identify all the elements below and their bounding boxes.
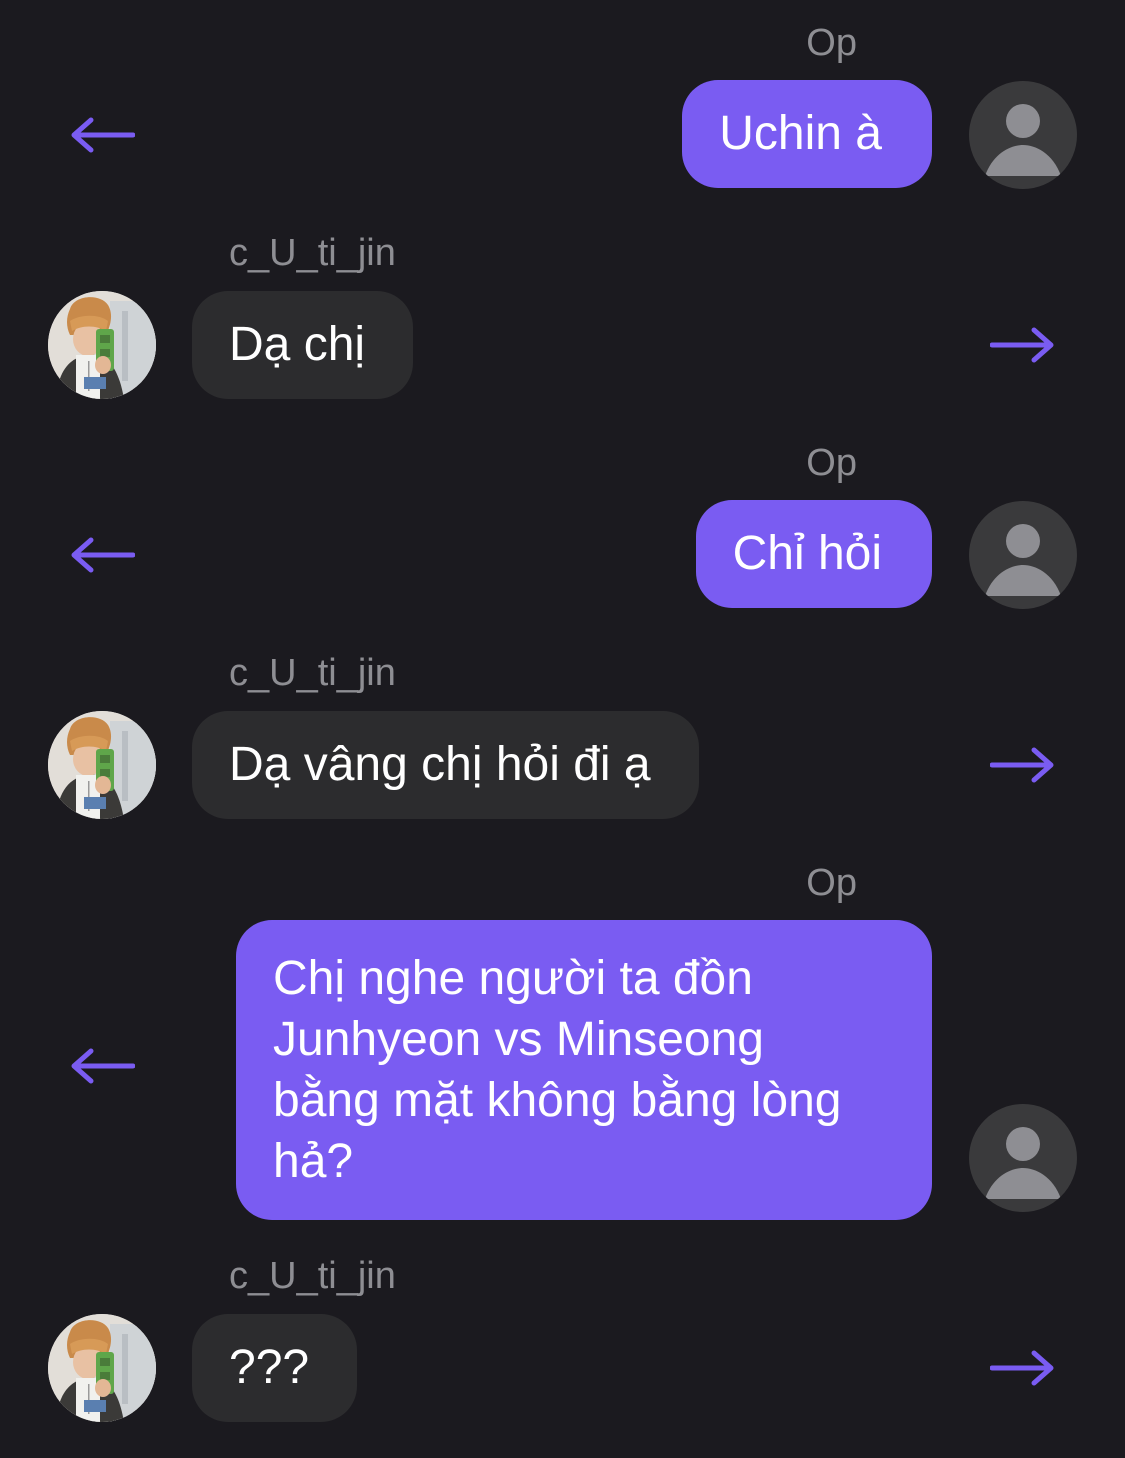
chat-thread: Op Uchin à c_U_ti_jin Dạ chị Op Chỉ hỏi … — [0, 0, 1125, 1458]
sender-name: c_U_ti_jin — [229, 652, 396, 694]
default-avatar-icon[interactable] — [969, 1104, 1077, 1212]
message-bubble-sent[interactable]: Chỉ hỏi — [695, 500, 932, 608]
message-bubble-sent[interactable]: Uchin à — [682, 80, 932, 188]
message-bubble-sent[interactable]: Chị nghe người ta đồn Junhyeon vs Minseo… — [236, 920, 932, 1220]
message-line: Junhyeon vs Minseong — [273, 1013, 764, 1066]
message-line: bằng mặt không bằng lòng — [273, 1074, 842, 1127]
arrow-left-icon[interactable] — [69, 535, 135, 575]
arrow-right-icon[interactable] — [990, 1348, 1056, 1388]
profile-photo-avatar[interactable] — [48, 1314, 156, 1422]
sender-name: Op — [806, 22, 857, 64]
default-avatar-icon[interactable] — [969, 501, 1077, 609]
sender-name: Op — [806, 862, 857, 904]
sender-name: Op — [806, 442, 857, 484]
arrow-left-icon[interactable] — [69, 1046, 135, 1086]
profile-photo-avatar[interactable] — [48, 291, 156, 399]
arrow-right-icon[interactable] — [990, 745, 1056, 785]
arrow-right-icon[interactable] — [990, 325, 1056, 365]
message-bubble-received[interactable]: Dạ vâng chị hỏi đi ạ — [192, 711, 699, 819]
message-bubble-received[interactable]: Dạ chị — [192, 291, 414, 399]
sender-name: c_U_ti_jin — [229, 232, 396, 274]
arrow-left-icon[interactable] — [69, 115, 135, 155]
default-avatar-icon[interactable] — [969, 81, 1077, 189]
sender-name: c_U_ti_jin — [229, 1255, 396, 1297]
message-line: hả? — [273, 1135, 354, 1188]
profile-photo-avatar[interactable] — [48, 711, 156, 819]
message-line: Chị nghe người ta đồn — [273, 952, 753, 1005]
message-bubble-received[interactable]: ??? — [192, 1314, 358, 1422]
